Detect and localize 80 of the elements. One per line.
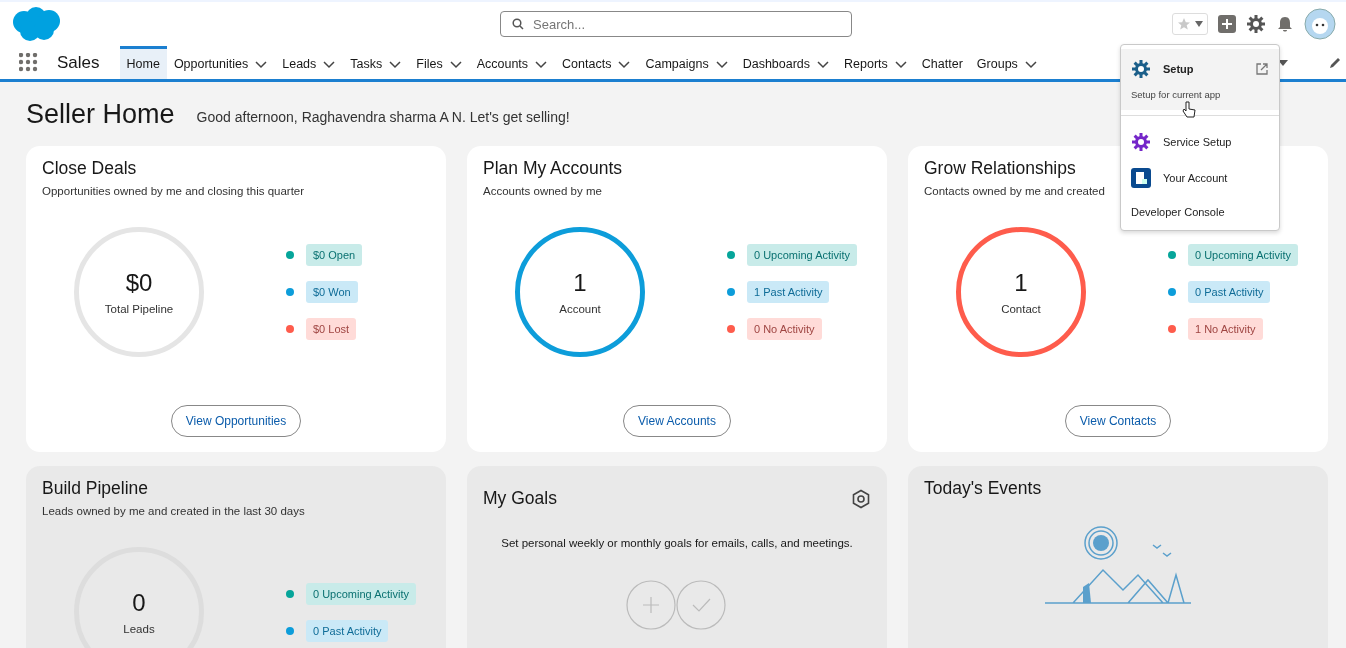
legend-tag: $0 Won — [306, 281, 358, 303]
bell-icon[interactable] — [1276, 15, 1294, 33]
nav-tab[interactable]: Contacts — [555, 46, 639, 79]
favorites-button[interactable] — [1172, 13, 1208, 35]
app-launcher-icon[interactable] — [19, 52, 39, 73]
card-title: Build Pipeline — [42, 478, 149, 499]
settings-icon[interactable] — [1246, 14, 1266, 34]
card-subtitle: Opportunities owned by me and closing this quarter — [42, 185, 306, 197]
gear-icon — [1131, 132, 1151, 152]
card-title: My Goals — [483, 488, 557, 509]
ring-label: Total Pipeline — [104, 303, 174, 315]
chevron-down-icon[interactable] — [534, 58, 549, 70]
legend-tag: 0 Upcoming Activity — [747, 244, 857, 266]
cloud-logo — [10, 6, 62, 42]
app-name: Sales — [57, 52, 100, 73]
nav-tab[interactable]: Files — [409, 46, 470, 79]
view-button[interactable]: View Contacts — [1064, 405, 1172, 437]
chevron-down-icon[interactable] — [816, 58, 831, 70]
ring-value: $0 — [125, 269, 153, 297]
legend-tag: 1 No Activity — [1188, 318, 1263, 340]
building-icon — [1131, 168, 1151, 188]
card-title: Plan My Accounts — [483, 158, 623, 179]
legend-tag: 1 Past Activity — [747, 281, 830, 303]
chevron-down-icon[interactable] — [322, 58, 337, 70]
ring-label: Contact — [1001, 303, 1041, 315]
card-subtitle: Accounts owned by me — [483, 185, 603, 197]
menu-item[interactable]: Your Account — [1121, 160, 1279, 196]
legend-tag: 0 Past Activity — [306, 619, 389, 642]
card-title: Today's Events — [924, 478, 1042, 499]
ring-value: 1 — [1014, 269, 1028, 297]
nav-tab[interactable]: Dashboards — [735, 46, 838, 79]
search-field[interactable]: Search... — [500, 11, 852, 37]
card-subtitle: Leads owned by me and created in the last 30 days — [42, 505, 306, 517]
legend-tag: 0 Upcoming Activity — [1188, 244, 1298, 266]
greeting-text: Good afternoon, Raghavendra sharma A N. Let's get selling! — [196, 109, 570, 125]
legend-tag: 0 No Activity — [747, 318, 822, 340]
nav-tab[interactable]: Campaigns — [638, 46, 736, 79]
menu-item[interactable]: Service Setup — [1121, 124, 1279, 160]
ring-value: 1 — [573, 269, 587, 297]
nav-tab[interactable]: Opportunities — [166, 46, 276, 79]
view-button[interactable]: View Opportunities — [170, 405, 302, 437]
card-subtitle: Contacts owned by me and created — [924, 185, 1106, 197]
goals-text: Set personal weekly or monthly goals for emails, calls, and meetings. — [500, 537, 854, 549]
ring-value: 0 — [132, 589, 146, 617]
card-title: Close Deals — [42, 158, 137, 179]
chevron-down-icon[interactable] — [893, 58, 908, 70]
chevron-down-icon[interactable] — [1023, 58, 1038, 70]
menu-item[interactable]: Developer Console — [1121, 196, 1279, 226]
caret-icon — [1195, 21, 1203, 27]
legend-tag: 0 Upcoming Activity — [306, 582, 416, 605]
chevron-down-icon[interactable] — [448, 58, 463, 70]
nav-tab[interactable]: Reports — [837, 46, 915, 79]
ring-label: Leads — [123, 623, 155, 635]
nav-tab[interactable]: Accounts — [469, 46, 556, 79]
chevron-down-icon[interactable] — [617, 58, 632, 70]
nav-tab[interactable]: Tasks — [343, 46, 410, 79]
view-button[interactable]: View Accounts — [623, 405, 731, 437]
nav-tab[interactable]: Groups — [969, 46, 1045, 79]
pencil-icon[interactable] — [1328, 55, 1342, 70]
pointer-cursor-icon — [1182, 101, 1196, 119]
chevron-down-icon[interactable] — [714, 58, 729, 70]
card-title: Grow Relationships — [924, 158, 1076, 179]
chevron-down-icon[interactable] — [254, 58, 269, 70]
menu-item-subtitle: Setup for current app — [1131, 89, 1222, 100]
legend-tag: 0 Past Activity — [1188, 281, 1271, 303]
legend-tag: $0 Lost — [306, 318, 357, 340]
external-link-icon — [1255, 62, 1269, 76]
nav-tab[interactable]: Leads — [275, 46, 344, 79]
chevron-down-icon[interactable] — [388, 58, 403, 70]
gear-icon — [1131, 59, 1151, 79]
settings-icon[interactable] — [851, 488, 871, 509]
ring-label: Account — [559, 303, 601, 315]
star-icon — [1177, 17, 1191, 31]
plus-icon[interactable] — [1218, 15, 1236, 33]
nav-tab[interactable]: Home — [119, 46, 167, 79]
legend-tag: $0 Open — [306, 244, 363, 266]
nav-tab[interactable]: Chatter — [914, 46, 970, 79]
page-title: Seller Home — [26, 98, 175, 130]
menu-item[interactable]: Setup Setup for current app — [1121, 49, 1279, 110]
caret-icon[interactable] — [1278, 59, 1288, 66]
